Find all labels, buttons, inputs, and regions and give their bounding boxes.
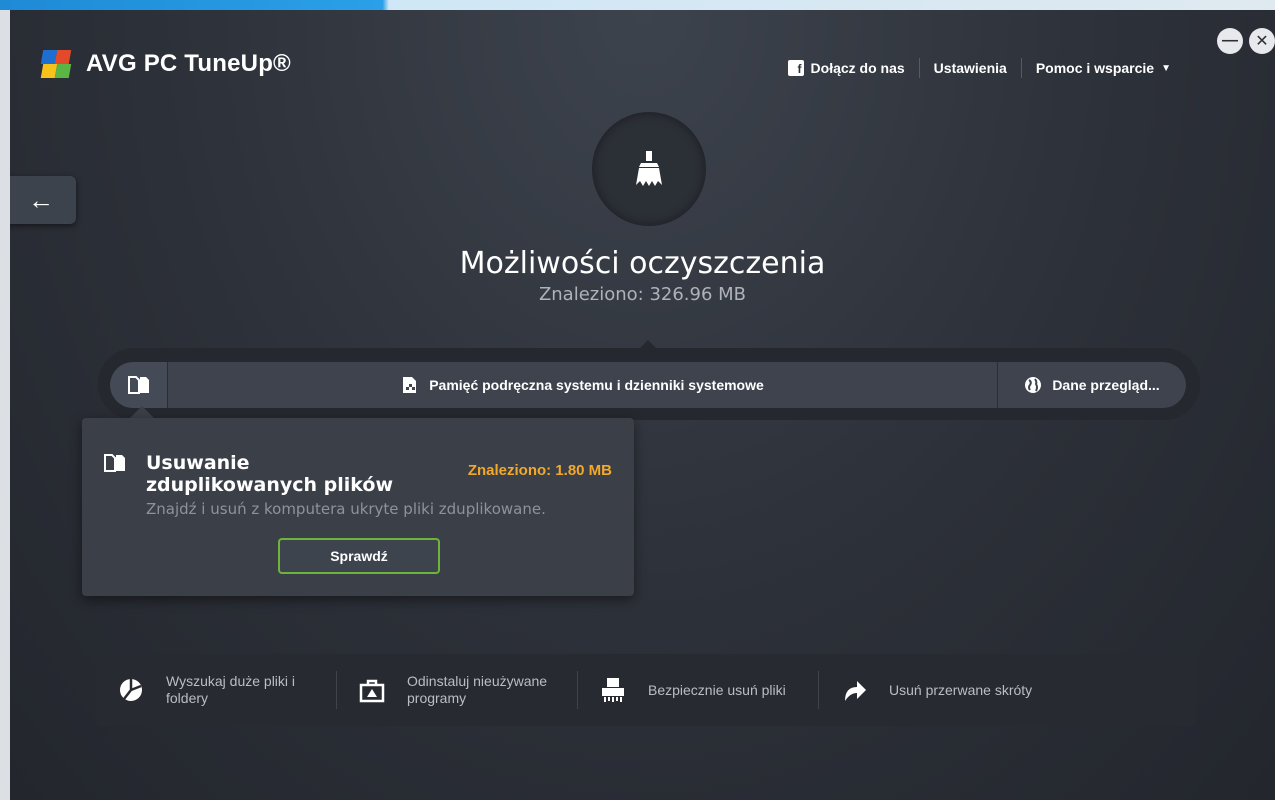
settings-link[interactable]: Ustawienia <box>920 60 1021 76</box>
action-label: Odinstaluj nieużywane programy <box>407 673 548 706</box>
help-label: Pomoc i wsparcie <box>1035 60 1155 76</box>
close-button[interactable]: ✕ <box>1249 28 1275 54</box>
uninstall-programs-action[interactable]: Odinstaluj nieużywane programy <box>337 664 577 716</box>
app-title: AVG PC TuneUp® <box>86 50 291 77</box>
page-title: Możliwości oczyszczenia <box>459 246 826 281</box>
duplicate-files-card: Usuwanie zduplikowanych plików Znalezion… <box>82 418 634 596</box>
tab-label: Pamięć podręczna systemu i dzienniki sys… <box>429 377 764 393</box>
duplicate-files-icon <box>104 454 125 472</box>
caret-down-icon: ▼ <box>1161 62 1171 74</box>
tab-duplicate-files[interactable] <box>110 362 168 408</box>
broken-shortcuts-action[interactable]: Usuń przerwane skróty <box>819 664 1059 716</box>
top-stripe <box>0 0 1275 10</box>
total-found: Znaleziono: 326.96 MB <box>538 284 747 305</box>
category-tabs: Pamięć podręczna systemu i dzienniki sys… <box>110 362 1186 408</box>
card-pointer <box>130 406 154 418</box>
app-window: AVG PC TuneUp® — ✕ f Dołącz do nas Ustaw… <box>10 10 1275 800</box>
top-nav: f Dołącz do nas Ustawienia Pomoc i wspar… <box>774 58 1185 78</box>
back-button[interactable]: ← <box>10 176 76 224</box>
avg-logo-icon <box>40 48 80 80</box>
facebook-link[interactable]: f Dołącz do nas <box>774 60 919 76</box>
window-controls: — ✕ <box>1217 28 1275 54</box>
check-button[interactable]: Sprawdź <box>278 538 440 574</box>
additional-tools-bar: Wyszukaj duże pliki i foldery Odinstaluj… <box>96 654 1196 726</box>
tab-browser-data[interactable]: Dane przegląd... <box>998 362 1186 408</box>
help-menu[interactable]: Pomoc i wsparcie ▼ <box>1022 60 1185 76</box>
settings-label: Ustawienia <box>933 60 1007 76</box>
shortcut-arrow-icon <box>845 681 866 701</box>
tab-system-cache[interactable]: Pamięć podręczna systemu i dzienniki sys… <box>168 362 998 408</box>
uninstall-icon <box>359 679 385 703</box>
pie-chart-icon <box>120 679 142 701</box>
minimize-button[interactable]: — <box>1217 28 1243 54</box>
tab-label: Dane przegląd... <box>1052 377 1160 393</box>
find-large-files-action[interactable]: Wyszukaj duże pliki i foldery <box>96 664 336 716</box>
secure-delete-action[interactable]: Bezpiecznie usuń pliki <box>578 664 818 716</box>
action-label: Wyszukaj duże pliki i foldery <box>166 673 296 706</box>
arrow-left-icon: ← <box>28 184 54 215</box>
broom-icon <box>636 151 662 186</box>
app-logo: AVG PC TuneUp® <box>40 48 291 80</box>
card-description: Znajdź i usuń z komputera ukryte pliki z… <box>146 500 546 518</box>
system-cache-icon <box>403 377 417 393</box>
globe-icon <box>1025 377 1042 393</box>
card-title: Usuwanie zduplikowanych plików <box>146 452 394 496</box>
action-label: Bezpiecznie usuń pliki <box>648 681 786 698</box>
facebook-icon: f <box>787 60 804 76</box>
facebook-label: Dołącz do nas <box>810 60 905 76</box>
duplicate-files-icon <box>127 376 149 394</box>
card-icon <box>104 454 126 477</box>
card-found-size: Znaleziono: 1.80 MB <box>467 462 612 479</box>
shredder-icon <box>602 678 624 702</box>
action-label: Usuń przerwane skróty <box>889 681 1033 698</box>
hero-icon-circle <box>592 112 706 226</box>
